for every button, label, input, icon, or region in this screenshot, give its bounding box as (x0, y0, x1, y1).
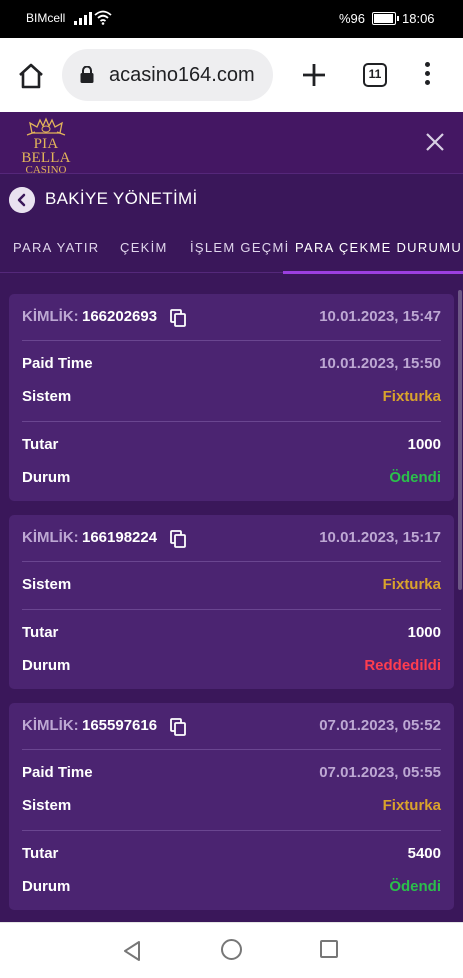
id-label: KİMLİK: (22, 308, 79, 325)
status-label: Durum (22, 469, 71, 486)
tab-switcher-button[interactable]: 11 (363, 63, 387, 87)
amount-row: Tutar 5400 (22, 845, 441, 869)
status-row: Durum Reddedildi (22, 657, 441, 681)
amount-value: 5400 (407, 845, 441, 862)
signal-icon (74, 11, 92, 25)
card-header-row: KİMLİK: 166202693 10.01.2023, 15:47 (22, 308, 441, 332)
system-label: Sistem (22, 576, 72, 593)
lock-icon (80, 66, 94, 83)
brand-logo: PIA BELLA CASINO (10, 117, 82, 176)
copy-icon[interactable] (170, 309, 186, 327)
divider (22, 340, 441, 341)
tab-deposit[interactable]: PARA YATIR (13, 240, 99, 255)
tab-withdraw[interactable]: ÇEKİM (120, 240, 168, 255)
amount-row: Tutar 1000 (22, 624, 441, 648)
tab-bar: PARA YATIR ÇEKİM İŞLEM GEÇMİ PARA ÇEKME … (0, 228, 463, 274)
amount-value: 1000 (407, 436, 441, 453)
system-row: Sistem Fixturka (22, 797, 441, 821)
system-row: Sistem Fixturka (22, 576, 441, 600)
divider (22, 749, 441, 750)
status-bar: BIMcell %96 18:06 (0, 0, 463, 38)
copy-icon[interactable] (170, 718, 186, 736)
status-value: Ödendi (389, 469, 441, 486)
new-tab-icon[interactable] (301, 62, 327, 88)
logo-brand-text: PIA BELLA (21, 136, 71, 166)
id-label: KİMLİK: (22, 529, 79, 546)
paid-time-label: Paid Time (22, 764, 93, 781)
system-label: Sistem (22, 388, 72, 405)
transaction-id: 166198224 (82, 529, 158, 546)
crown-icon (26, 117, 66, 136)
tab-transaction-history[interactable]: İŞLEM GEÇMİ (190, 240, 290, 255)
system-row: Sistem Fixturka (22, 388, 441, 412)
paid-time-value: 07.01.2023, 05:55 (319, 764, 441, 781)
status-row: Durum Ödendi (22, 469, 441, 493)
amount-label: Tutar (22, 436, 59, 453)
request-date: 10.01.2023, 15:47 (319, 308, 441, 325)
paid-time-row: Paid Time 07.01.2023, 05:55 (22, 764, 441, 788)
amount-label: Tutar (22, 624, 59, 641)
amount-label: Tutar (22, 845, 59, 862)
scrollbar[interactable] (458, 290, 462, 590)
close-icon[interactable] (424, 131, 446, 153)
url-text: acasino164.com (109, 64, 255, 86)
back-icon[interactable] (9, 187, 35, 213)
nav-recents-icon[interactable] (320, 940, 338, 958)
status-row: Durum Ödendi (22, 878, 441, 902)
app-header: PIA BELLA CASINO (0, 112, 463, 176)
divider (22, 421, 441, 422)
withdrawal-card: KİMLİK: 165597616 07.01.2023, 05:52 Paid… (9, 703, 454, 910)
system-value: Fixturka (382, 388, 441, 405)
paid-time-value: 10.01.2023, 15:50 (319, 355, 441, 372)
browser-toolbar: acasino164.com 11 (0, 38, 463, 112)
tab-withdrawal-status[interactable]: PARA ÇEKME DURUMU (295, 240, 462, 255)
system-label: Sistem (22, 797, 72, 814)
page-title: BAKİYE YÖNETİMİ (45, 189, 198, 208)
clock: 18:06 (402, 11, 435, 26)
battery-percent: %96 (339, 11, 366, 26)
home-icon[interactable] (16, 61, 46, 91)
paid-time-label: Paid Time (22, 355, 93, 372)
page-header: BAKİYE YÖNETİMİ (0, 174, 463, 222)
nav-home-icon[interactable] (221, 939, 242, 960)
system-value: Fixturka (382, 797, 441, 814)
status-value: Reddedildi (364, 657, 441, 674)
request-date: 07.01.2023, 05:52 (319, 717, 441, 734)
paid-time-row: Paid Time 10.01.2023, 15:50 (22, 355, 441, 379)
carrier-name: BIMcell (26, 11, 66, 25)
transaction-id: 165597616 (82, 717, 158, 734)
copy-icon[interactable] (170, 530, 186, 548)
id-label: KİMLİK: (22, 717, 79, 734)
app-content: PIA BELLA CASINO BAKİYE YÖNETİMİ PARA YA… (0, 112, 463, 922)
nav-back-icon[interactable] (122, 940, 142, 962)
request-date: 10.01.2023, 15:17 (319, 529, 441, 546)
status-label: Durum (22, 878, 71, 895)
withdrawal-card: KİMLİK: 166202693 10.01.2023, 15:47 Paid… (9, 294, 454, 501)
active-tab-indicator (283, 271, 463, 274)
divider (22, 830, 441, 831)
battery-icon (372, 12, 399, 25)
status-value: Ödendi (389, 878, 441, 895)
address-bar[interactable]: acasino164.com (62, 49, 273, 101)
card-header-row: KİMLİK: 165597616 07.01.2023, 05:52 (22, 717, 441, 741)
divider (22, 561, 441, 562)
withdrawal-card: KİMLİK: 166198224 10.01.2023, 15:17 Sist… (9, 515, 454, 689)
amount-row: Tutar 1000 (22, 436, 441, 460)
card-header-row: KİMLİK: 166198224 10.01.2023, 15:17 (22, 529, 441, 553)
status-label: Durum (22, 657, 71, 674)
amount-value: 1000 (407, 624, 441, 641)
wifi-icon (94, 10, 112, 25)
system-value: Fixturka (382, 576, 441, 593)
more-menu-icon[interactable] (420, 62, 434, 88)
transaction-id: 166202693 (82, 308, 158, 325)
divider (22, 609, 441, 610)
system-nav-bar (0, 922, 463, 978)
